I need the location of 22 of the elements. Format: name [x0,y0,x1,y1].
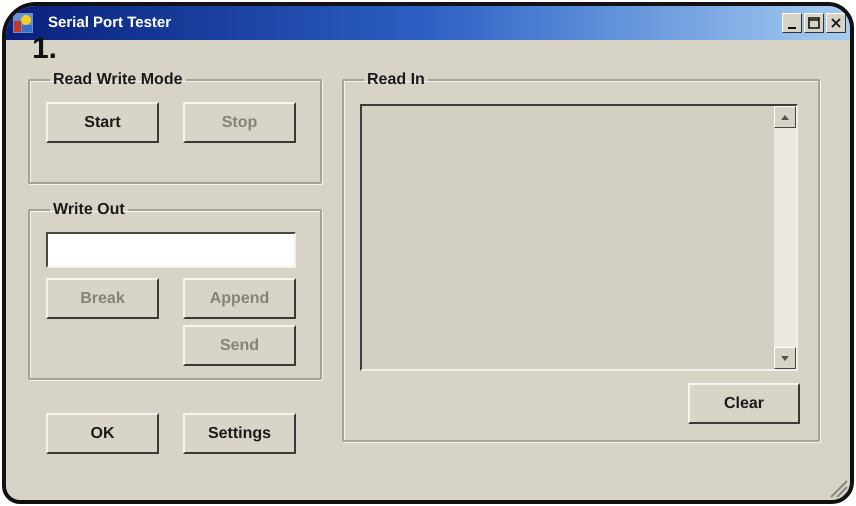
app-icon [12,12,34,34]
group-label: Write Out [52,200,126,220]
button[interactable]: Start [46,102,159,143]
maximize-button[interactable] [804,13,824,33]
minimize-button[interactable] [782,13,802,33]
scroll-down-button[interactable] [774,347,796,369]
up-arrow-icon [781,114,789,120]
group-label: Read Write Mode [52,70,184,90]
minimize-icon [788,27,796,29]
close-button[interactable] [826,13,846,33]
scrollbar[interactable] [774,106,796,369]
button[interactable]: Settings [183,413,296,454]
close-icon [830,17,842,29]
group-label: Read In [366,70,426,90]
button[interactable]: Clear [688,383,800,424]
down-arrow-icon [781,356,789,360]
step-number: 1. [32,34,58,64]
scroll-up-button[interactable] [774,106,796,128]
maximize-icon [808,17,820,29]
window-title: Serial Port Tester [48,12,172,33]
write-field[interactable] [46,232,296,268]
button[interactable]: OK [46,413,159,454]
